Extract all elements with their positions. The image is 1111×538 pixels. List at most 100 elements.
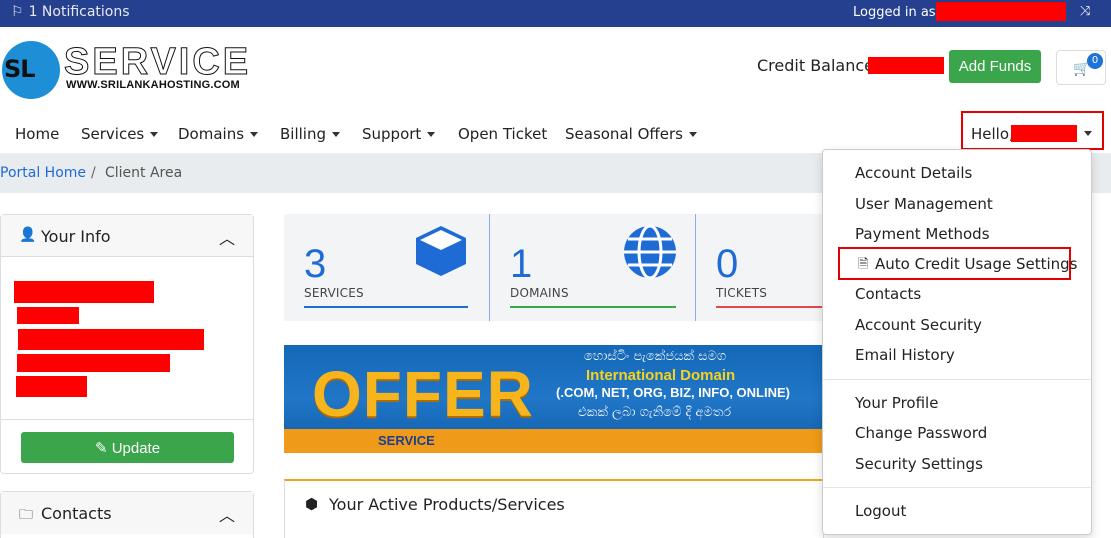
stat-services[interactable]: 3 SERVICES [284, 214, 490, 321]
stat-label: SERVICES [304, 286, 364, 300]
update-button[interactable]: ✎ Update [21, 432, 234, 463]
redacted-info-line [17, 307, 79, 324]
notifications-label: 1 Notifications [28, 4, 130, 20]
contacts-panel: 🗀 Contacts ︿ [0, 491, 254, 538]
stats-tiles: 3 SERVICES 1 DOMAINS 0 TICKETS [284, 214, 824, 321]
shuffle-icon[interactable]: ⤨ [1080, 4, 1090, 19]
redacted-info-line [14, 281, 154, 303]
your-info-title: Your Info [41, 227, 111, 246]
globe-icon [624, 224, 676, 280]
flag-icon: ⚐ [11, 4, 24, 20]
your-info-panel: 👤 Your Info ︿ ✎ Update [0, 214, 254, 474]
stat-underline [716, 306, 824, 308]
menu-email-history[interactable]: Email History [855, 346, 955, 364]
contacts-header[interactable]: 🗀 Contacts ︿ [1, 492, 253, 534]
update-label: Update [111, 439, 161, 457]
logo-subtext: WWW.SRILANKAHOSTING.COM [66, 79, 240, 91]
add-funds-button[interactable]: Add Funds [949, 50, 1041, 83]
your-info-header[interactable]: 👤 Your Info ︿ [1, 215, 253, 257]
caret-down-icon [150, 132, 159, 137]
menu-auto-credit-label: Auto Credit Usage Settings [875, 255, 1078, 273]
cart-button[interactable]: 🛒 0 [1056, 50, 1106, 85]
banner-logo: SERVICE [378, 433, 435, 448]
active-products-title: Your Active Products/Services [329, 495, 565, 514]
nav-billing[interactable]: Billing [280, 125, 340, 143]
stat-number: 3 [304, 242, 327, 286]
redacted-info-line [17, 354, 170, 372]
chevron-up-icon[interactable]: ︿ [219, 225, 235, 249]
user-menu-toggle[interactable]: Hello, [961, 111, 1104, 150]
offer-strip [284, 429, 824, 453]
user-icon: 👤 [19, 227, 37, 243]
cube-icon: ⬢ [305, 495, 319, 513]
menu-contacts[interactable]: Contacts [855, 285, 921, 303]
stat-tickets[interactable]: 0 TICKETS [696, 214, 824, 321]
credit-balance-label: Credit Balance: [757, 56, 880, 75]
menu-divider [823, 487, 1091, 488]
cube-icon [416, 226, 466, 276]
offer-line-4: එකක් ලබා ගැනිමේ දි අමතර [578, 405, 732, 420]
stat-underline [510, 306, 676, 308]
menu-account-details[interactable]: Account Details [855, 164, 972, 182]
nav-seasonal-offers[interactable]: Seasonal Offers [565, 125, 697, 143]
stat-number: 1 [510, 242, 533, 286]
nav-services-label: Services [81, 125, 145, 143]
menu-change-password[interactable]: Change Password [855, 424, 987, 442]
pencil-icon: ✎ [94, 439, 112, 457]
active-products-panel: ⬢ Your Active Products/Services [284, 479, 824, 538]
site-logo[interactable]: SL SERVICE WWW.SRILANKAHOSTING.COM [2, 41, 264, 101]
offer-heading: OFFER [312, 358, 534, 430]
user-dropdown-menu: Account Details User Management Payment … [822, 149, 1092, 535]
stat-underline [304, 306, 468, 308]
contacts-title: Contacts [41, 504, 112, 523]
menu-divider [823, 379, 1091, 380]
redacted-info-line [16, 376, 87, 397]
offer-banner[interactable]: OFFER හොස්ටිං පැකේජයක් සමග International… [284, 345, 824, 453]
breadcrumb-current: Client Area [105, 165, 183, 181]
redacted-info-line [18, 329, 204, 350]
nav-support-label: Support [362, 125, 422, 143]
breadcrumb-portal-home[interactable]: Portal Home [0, 165, 86, 181]
menu-payment-methods[interactable]: Payment Methods [855, 225, 990, 243]
caret-down-icon [332, 132, 340, 137]
nav-home[interactable]: Home [15, 125, 59, 143]
redacted-credit [868, 57, 944, 74]
redacted-name [1011, 125, 1077, 142]
offer-line-2: International Domain [586, 367, 736, 384]
stat-label: TICKETS [716, 286, 768, 300]
menu-auto-credit-usage[interactable]: 🗎 Auto Credit Usage Settings [838, 247, 1078, 280]
caret-down-icon [688, 132, 697, 137]
nav-seasonal-label: Seasonal Offers [565, 125, 683, 143]
caret-down-icon [427, 132, 436, 137]
folder-icon: 🗀 [19, 507, 33, 523]
panel-divider [1, 419, 253, 420]
menu-security-settings[interactable]: Security Settings [855, 455, 983, 473]
nav-services[interactable]: Services [81, 125, 159, 143]
breadcrumb-separator: / [91, 165, 96, 181]
main-nav: Home Services Domains Billing Support Op… [0, 117, 1111, 153]
file-invoice-icon: 🗎 [858, 257, 869, 272]
logo-mark: SL [4, 55, 36, 83]
stat-domains[interactable]: 1 DOMAINS [490, 214, 696, 321]
menu-account-security[interactable]: Account Security [855, 316, 982, 334]
nav-billing-label: Billing [280, 125, 326, 143]
nav-support[interactable]: Support [362, 125, 436, 143]
menu-your-profile[interactable]: Your Profile [855, 394, 938, 412]
notifications-link[interactable]: ⚐ 1 Notifications [11, 4, 130, 20]
top-bar: ⚐ 1 Notifications Logged in as: ⤨ [0, 0, 1111, 27]
chevron-up-icon[interactable]: ︿ [219, 502, 235, 526]
offer-line-1: හොස්ටිං පැකේජයක් සමග [584, 349, 727, 364]
nav-domains[interactable]: Domains [178, 125, 259, 143]
logo-text: SERVICE [63, 41, 252, 84]
menu-user-management[interactable]: User Management [855, 195, 993, 213]
menu-logout[interactable]: Logout [855, 502, 906, 520]
nav-domains-label: Domains [178, 125, 245, 143]
caret-down-icon [250, 132, 259, 137]
nav-open-ticket[interactable]: Open Ticket [458, 125, 547, 143]
redacted-username [936, 2, 1066, 21]
offer-line-3: (.COM, NET, ORG, BIZ, INFO, ONLINE) [556, 385, 790, 400]
hello-label: Hello, [971, 125, 1014, 143]
stat-label: DOMAINS [510, 286, 569, 300]
logged-in-label: Logged in as: [853, 5, 940, 20]
stat-number: 0 [716, 242, 739, 286]
